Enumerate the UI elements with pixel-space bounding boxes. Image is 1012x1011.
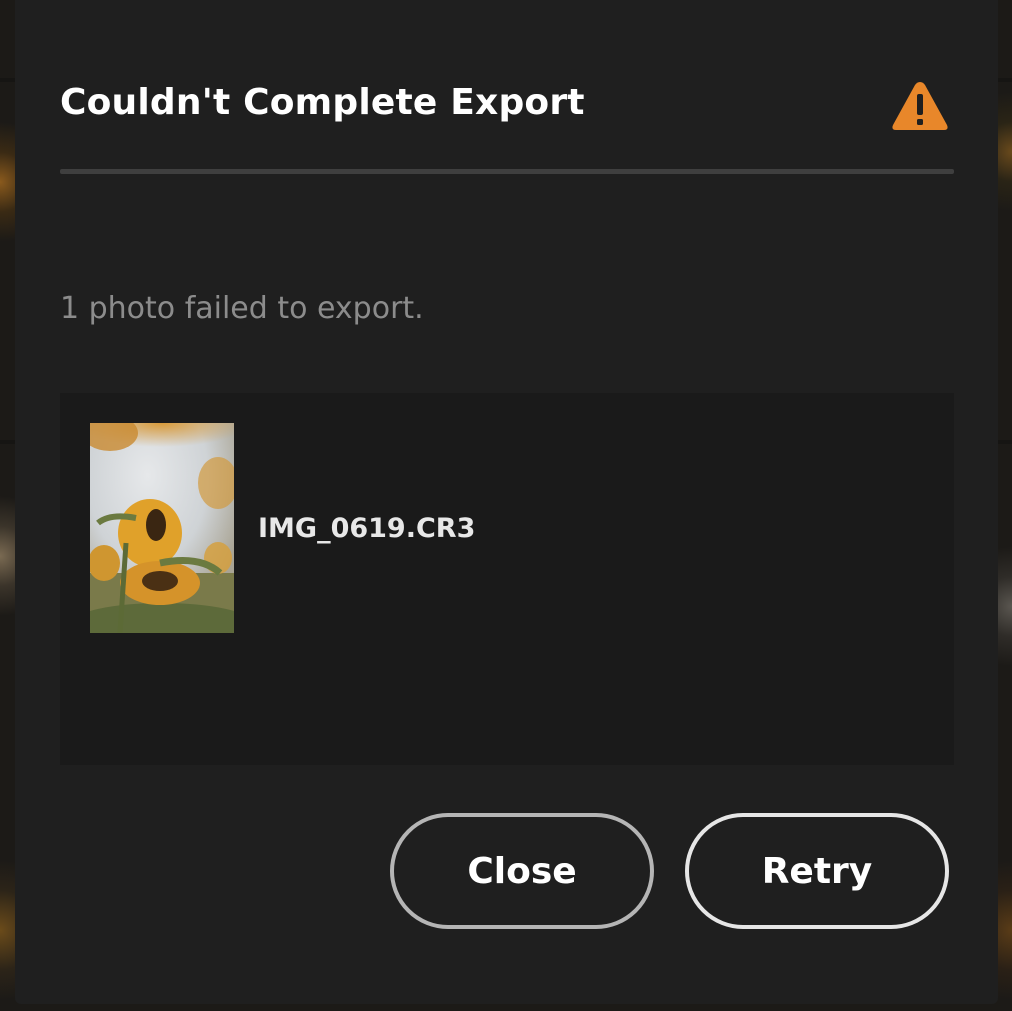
close-button[interactable]: Close (390, 813, 654, 929)
dialog-title: Couldn't Complete Export (60, 82, 585, 123)
title-divider (60, 169, 954, 174)
file-name: IMG_0619.CR3 (258, 512, 476, 544)
photo-thumbnail (90, 423, 234, 633)
retry-button[interactable]: Retry (685, 813, 949, 929)
export-error-dialog: Couldn't Complete Export 1 photo failed … (15, 0, 998, 1004)
failed-file-list: IMG_0619.CR3 (60, 393, 954, 765)
error-message: 1 photo failed to export. (60, 291, 424, 326)
alert-triangle-icon (892, 82, 948, 130)
list-item: IMG_0619.CR3 (90, 423, 475, 633)
